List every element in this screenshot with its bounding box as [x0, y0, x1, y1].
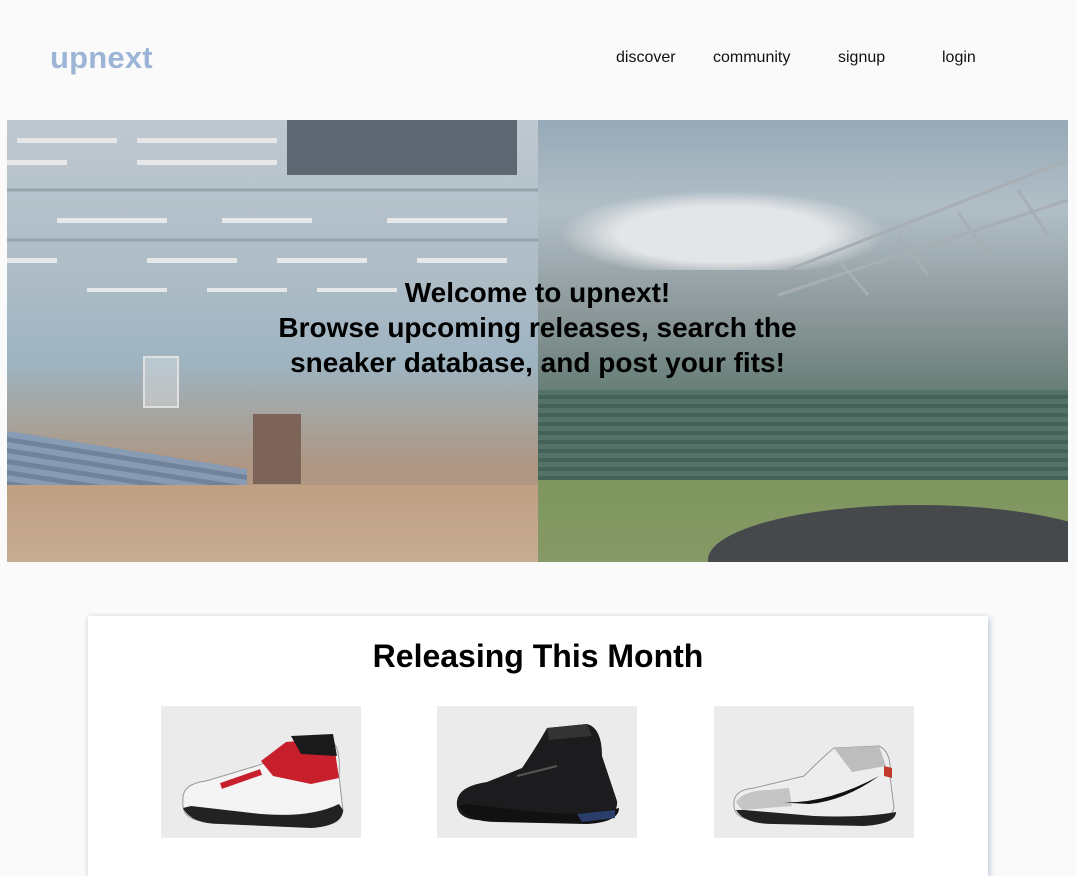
sneaker-image [182, 734, 344, 828]
sneaker-image [456, 724, 619, 824]
nav-community[interactable]: community [713, 49, 790, 67]
releases-title: Releasing This Month [372, 638, 704, 674]
release-item[interactable] [714, 706, 914, 838]
sneaker-image [733, 745, 896, 826]
nav-login[interactable]: login [942, 49, 976, 67]
nav-discover[interactable]: discover [616, 49, 676, 67]
nav-signup[interactable]: signup [838, 49, 885, 67]
release-item[interactable] [437, 706, 637, 838]
releases-card: Releasing This Month [88, 616, 988, 876]
logo[interactable]: upnext [50, 40, 153, 76]
hero-headline: Welcome to upnext! Browse upcoming relea… [7, 275, 1068, 380]
hero-banner: Welcome to upnext! Browse upcoming relea… [7, 120, 1068, 562]
hero-line-2: Browse upcoming releases, search the [278, 312, 797, 343]
hero-line-3: sneaker database, and post your fits! [290, 347, 785, 378]
hero-line-1: Welcome to upnext! [404, 277, 671, 308]
release-item[interactable] [161, 706, 361, 838]
